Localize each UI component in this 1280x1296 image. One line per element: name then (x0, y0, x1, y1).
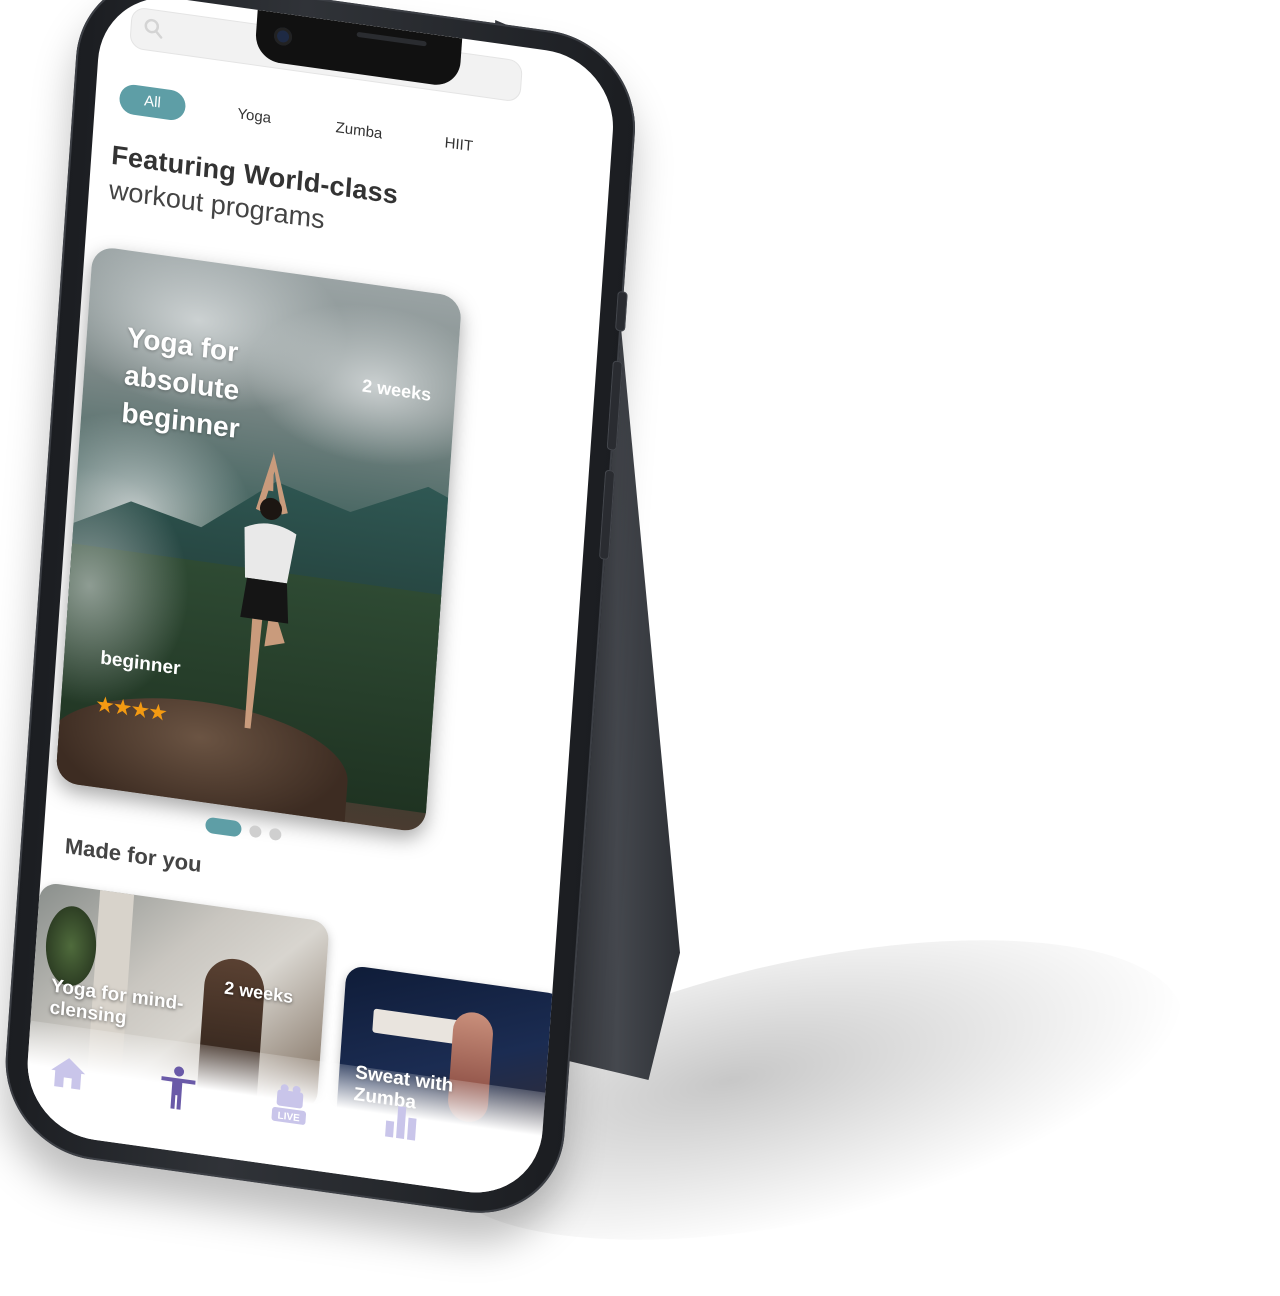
light-panel-shape (372, 1008, 464, 1045)
tab-zumba[interactable]: Zumba (318, 111, 400, 152)
pagination-dot[interactable] (248, 824, 262, 839)
phone-body: All Yoga Zumba HIIT Featuring World-clas… (0, 0, 642, 1225)
tab-yoga[interactable]: Yoga (218, 97, 290, 137)
section-title-made-for-you: Made for you (64, 833, 203, 878)
tab-all[interactable]: All (118, 82, 187, 122)
pagination-dot-active[interactable] (204, 816, 242, 838)
featured-title: Yoga for absolute beginner (120, 321, 241, 445)
live-icon[interactable]: LIVE (265, 1078, 314, 1130)
workout-figure-icon[interactable] (153, 1062, 202, 1114)
tab-hiit[interactable]: HIIT (428, 126, 490, 164)
home-icon[interactable] (44, 1047, 93, 1099)
camera-icon (273, 26, 293, 47)
pagination-dot[interactable] (268, 827, 282, 842)
search-icon (144, 18, 163, 39)
live-badge-text: LIVE (277, 1110, 300, 1124)
featured-program-card[interactable]: Yoga for absolute beginner 2 weeks begin… (55, 245, 463, 834)
carousel-pagination (204, 816, 326, 854)
app-screen: All Yoga Zumba HIIT Featuring World-clas… (22, 0, 618, 1202)
silent-switch (614, 290, 628, 332)
stats-chart-icon[interactable] (377, 1094, 426, 1146)
phone-mockup: All Yoga Zumba HIIT Featuring World-clas… (0, 0, 642, 1225)
